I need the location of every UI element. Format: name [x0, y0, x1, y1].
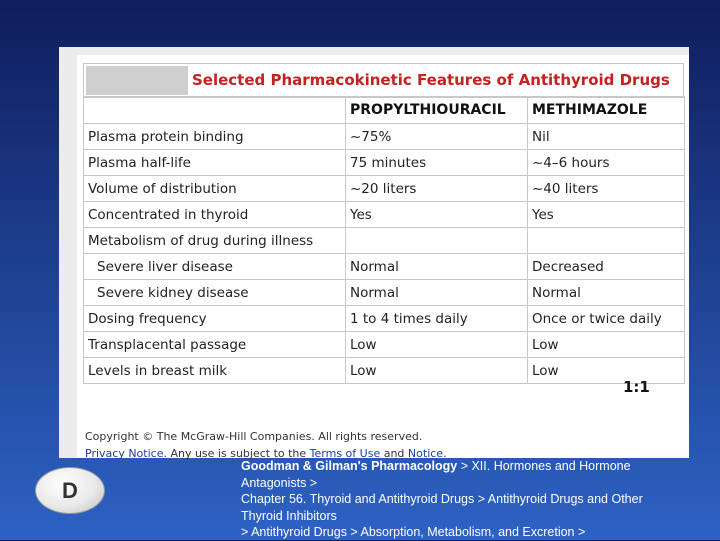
table-row: Plasma half-life 75 minutes ~4–6 hours [83, 149, 685, 176]
ptu-value: Normal [345, 279, 528, 306]
row-label: Transplacental passage [83, 331, 346, 358]
table-row: Volume of distribution ~20 liters ~40 li… [83, 175, 685, 202]
book-title: Goodman & Gilman's Pharmacology [241, 459, 458, 473]
row-label: Dosing frequency [83, 305, 346, 332]
ptu-value: ~75% [345, 123, 528, 150]
mmi-value: Normal [527, 279, 685, 306]
copyright-text: Copyright © The McGraw-Hill Companies. A… [85, 430, 423, 443]
citation-line-2: Antagonists > [241, 475, 318, 490]
mmi-value: ~40 liters [527, 175, 685, 202]
pharmacokinetics-table: PROPYLTHIOURACIL METHIMAZOLE Plasma prot… [83, 96, 685, 384]
mmi-value: ~4–6 hours [527, 149, 685, 176]
table-row: Dosing frequency 1 to 4 times daily Once… [83, 305, 685, 332]
table-row: Metabolism of drug during illness [83, 227, 685, 254]
table-row: Severe liver disease Normal Decreased [83, 253, 685, 280]
ptu-value: 1 to 4 times daily [345, 305, 528, 332]
row-label: Levels in breast milk [83, 357, 346, 384]
table-title-row: Selected Pharmacokinetic Features of Ant… [83, 63, 684, 98]
citation-line-4: Thyroid Inhibitors [241, 508, 337, 523]
mmi-value: Low [527, 331, 685, 358]
table-title: Selected Pharmacokinetic Features of Ant… [192, 71, 670, 89]
ratio-annotation: 1:1 [623, 378, 650, 396]
privacy-notice-link[interactable]: Privacy Notice [85, 447, 163, 460]
mmi-value: Once or twice daily [527, 305, 685, 332]
header-cell-propylthiouracil: PROPYLTHIOURACIL [345, 96, 528, 124]
ptu-value: 75 minutes [345, 149, 528, 176]
ptu-value: Low [345, 357, 528, 384]
row-label: Severe liver disease [83, 253, 346, 280]
table-container: Selected Pharmacokinetic Features of Ant… [77, 55, 689, 460]
table-row: Severe kidney disease Normal Normal [83, 279, 685, 306]
row-label: Volume of distribution [83, 175, 346, 202]
mmi-value [527, 227, 685, 254]
row-label: Plasma protein binding [83, 123, 346, 150]
citation-line-5: > Antithyroid Drugs > Absorption, Metabo… [241, 525, 586, 539]
row-label: Severe kidney disease [83, 279, 346, 306]
screenshot-panel: Selected Pharmacokinetic Features of Ant… [59, 47, 689, 460]
answer-d-badge[interactable]: D [35, 467, 105, 514]
table-row: Plasma protein binding ~75% Nil [83, 123, 685, 150]
citation-line-3: Chapter 56. Thyroid and Antithyroid Drug… [241, 492, 643, 506]
table-header-row: PROPYLTHIOURACIL METHIMAZOLE [83, 96, 685, 124]
row-label: Concentrated in thyroid [83, 201, 346, 228]
row-label: Plasma half-life [83, 149, 346, 176]
title-gray-block [86, 66, 188, 95]
mmi-value: Nil [527, 123, 685, 150]
mmi-value: Decreased [527, 253, 685, 280]
ptu-value: ~20 liters [345, 175, 528, 202]
table-row: Levels in breast milk Low Low [83, 357, 685, 384]
ptu-value: Low [345, 331, 528, 358]
row-label: Metabolism of drug during illness [83, 227, 346, 254]
mmi-value: Low [527, 357, 685, 384]
citation-line-1: Goodman & Gilman's Pharmacology > XII. H… [241, 458, 711, 475]
header-cell-methimazole: METHIMAZOLE [527, 96, 685, 124]
ptu-value [345, 227, 528, 254]
table-row: Concentrated in thyroid Yes Yes [83, 201, 685, 228]
header-cell-empty [83, 96, 346, 124]
ptu-value: Normal [345, 253, 528, 280]
table-row: Transplacental passage Low Low [83, 331, 685, 358]
citation-text: Goodman & Gilman's Pharmacology > XII. H… [241, 458, 711, 541]
ptu-value: Yes [345, 201, 528, 228]
citation-line-1-rest: > XII. Hormones and Hormone [457, 459, 631, 473]
mmi-value: Yes [527, 201, 685, 228]
